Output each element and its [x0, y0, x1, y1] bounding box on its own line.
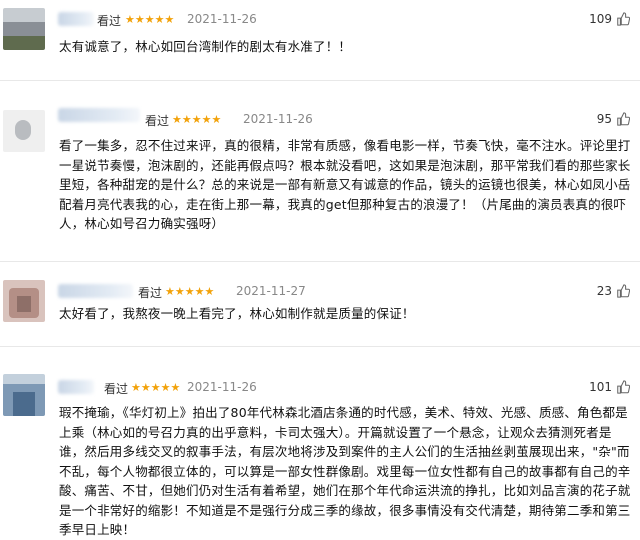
username-blurred[interactable] [58, 284, 133, 298]
rating-stars: ★★★★★ [125, 13, 175, 26]
avatar[interactable] [3, 374, 45, 416]
avatar[interactable] [3, 8, 45, 50]
watched-tag: 看过 [145, 114, 170, 128]
like-button[interactable]: 23 [597, 284, 630, 298]
review-item: 看过 ★★★★★ 2021-11-26 101 瑕不掩瑜，《华灯初上》拍出了80… [0, 366, 640, 537]
review-date: 2021-11-26 [187, 380, 257, 394]
like-button[interactable]: 95 [597, 112, 630, 126]
thumbs-up-icon [617, 284, 630, 298]
review-date: 2021-11-27 [236, 284, 306, 298]
watched-tag: 看过 [138, 286, 163, 300]
like-count: 101 [589, 380, 612, 394]
review-item: 看过 ★★★★★ 2021-11-26 109 太有诚意了，林心如回台湾制作的剧… [0, 0, 640, 78]
review-item: 看过 ★★★★★ 2021-11-27 23 太好看了，我熬夜一晚上看完了，林心… [0, 276, 640, 346]
review-date: 2021-11-26 [187, 12, 257, 26]
thumbs-up-icon [617, 12, 630, 26]
thumbs-up-icon [617, 112, 630, 126]
avatar[interactable] [3, 280, 45, 322]
divider [0, 80, 640, 81]
avatar[interactable] [3, 110, 45, 152]
review-item: 看过 ★★★★★ 2021-11-26 95 看了一集多，忍不住过来评，真的很精… [0, 100, 640, 250]
rating-stars: ★★★★★ [172, 113, 222, 126]
username-blurred[interactable] [58, 380, 94, 394]
like-button[interactable]: 101 [589, 380, 630, 394]
review-text: 看了一集多，忍不住过来评，真的很精，非常有质感，像看电影一样，节奏飞快，毫不注水… [59, 138, 631, 231]
like-count: 109 [589, 12, 612, 26]
username-blurred[interactable] [58, 12, 94, 26]
rating-stars: ★★★★★ [131, 381, 181, 394]
rating-stars: ★★★★★ [165, 285, 215, 298]
divider [0, 261, 640, 262]
thumbs-up-icon [617, 380, 630, 394]
like-count: 95 [596, 112, 612, 126]
like-count: 23 [596, 284, 612, 298]
divider [0, 346, 640, 347]
like-button[interactable]: 109 [589, 12, 630, 26]
watched-tag: 看过 [97, 14, 122, 28]
review-date: 2021-11-26 [243, 112, 313, 126]
review-text: 瑕不掩瑜，《华灯初上》拍出了80年代林森北酒店条通的时代感，美术、特效、光感、质… [59, 405, 631, 537]
review-list: 看过 ★★★★★ 2021-11-26 109 太有诚意了，林心如回台湾制作的剧… [0, 0, 640, 537]
watched-tag: 看过 [104, 382, 129, 396]
review-text: 太好看了，我熬夜一晚上看完了，林心如制作就是质量的保证！ [59, 306, 415, 321]
review-text: 太有诚意了，林心如回台湾制作的剧太有水准了！！ [59, 39, 352, 54]
username-blurred[interactable] [58, 108, 140, 122]
